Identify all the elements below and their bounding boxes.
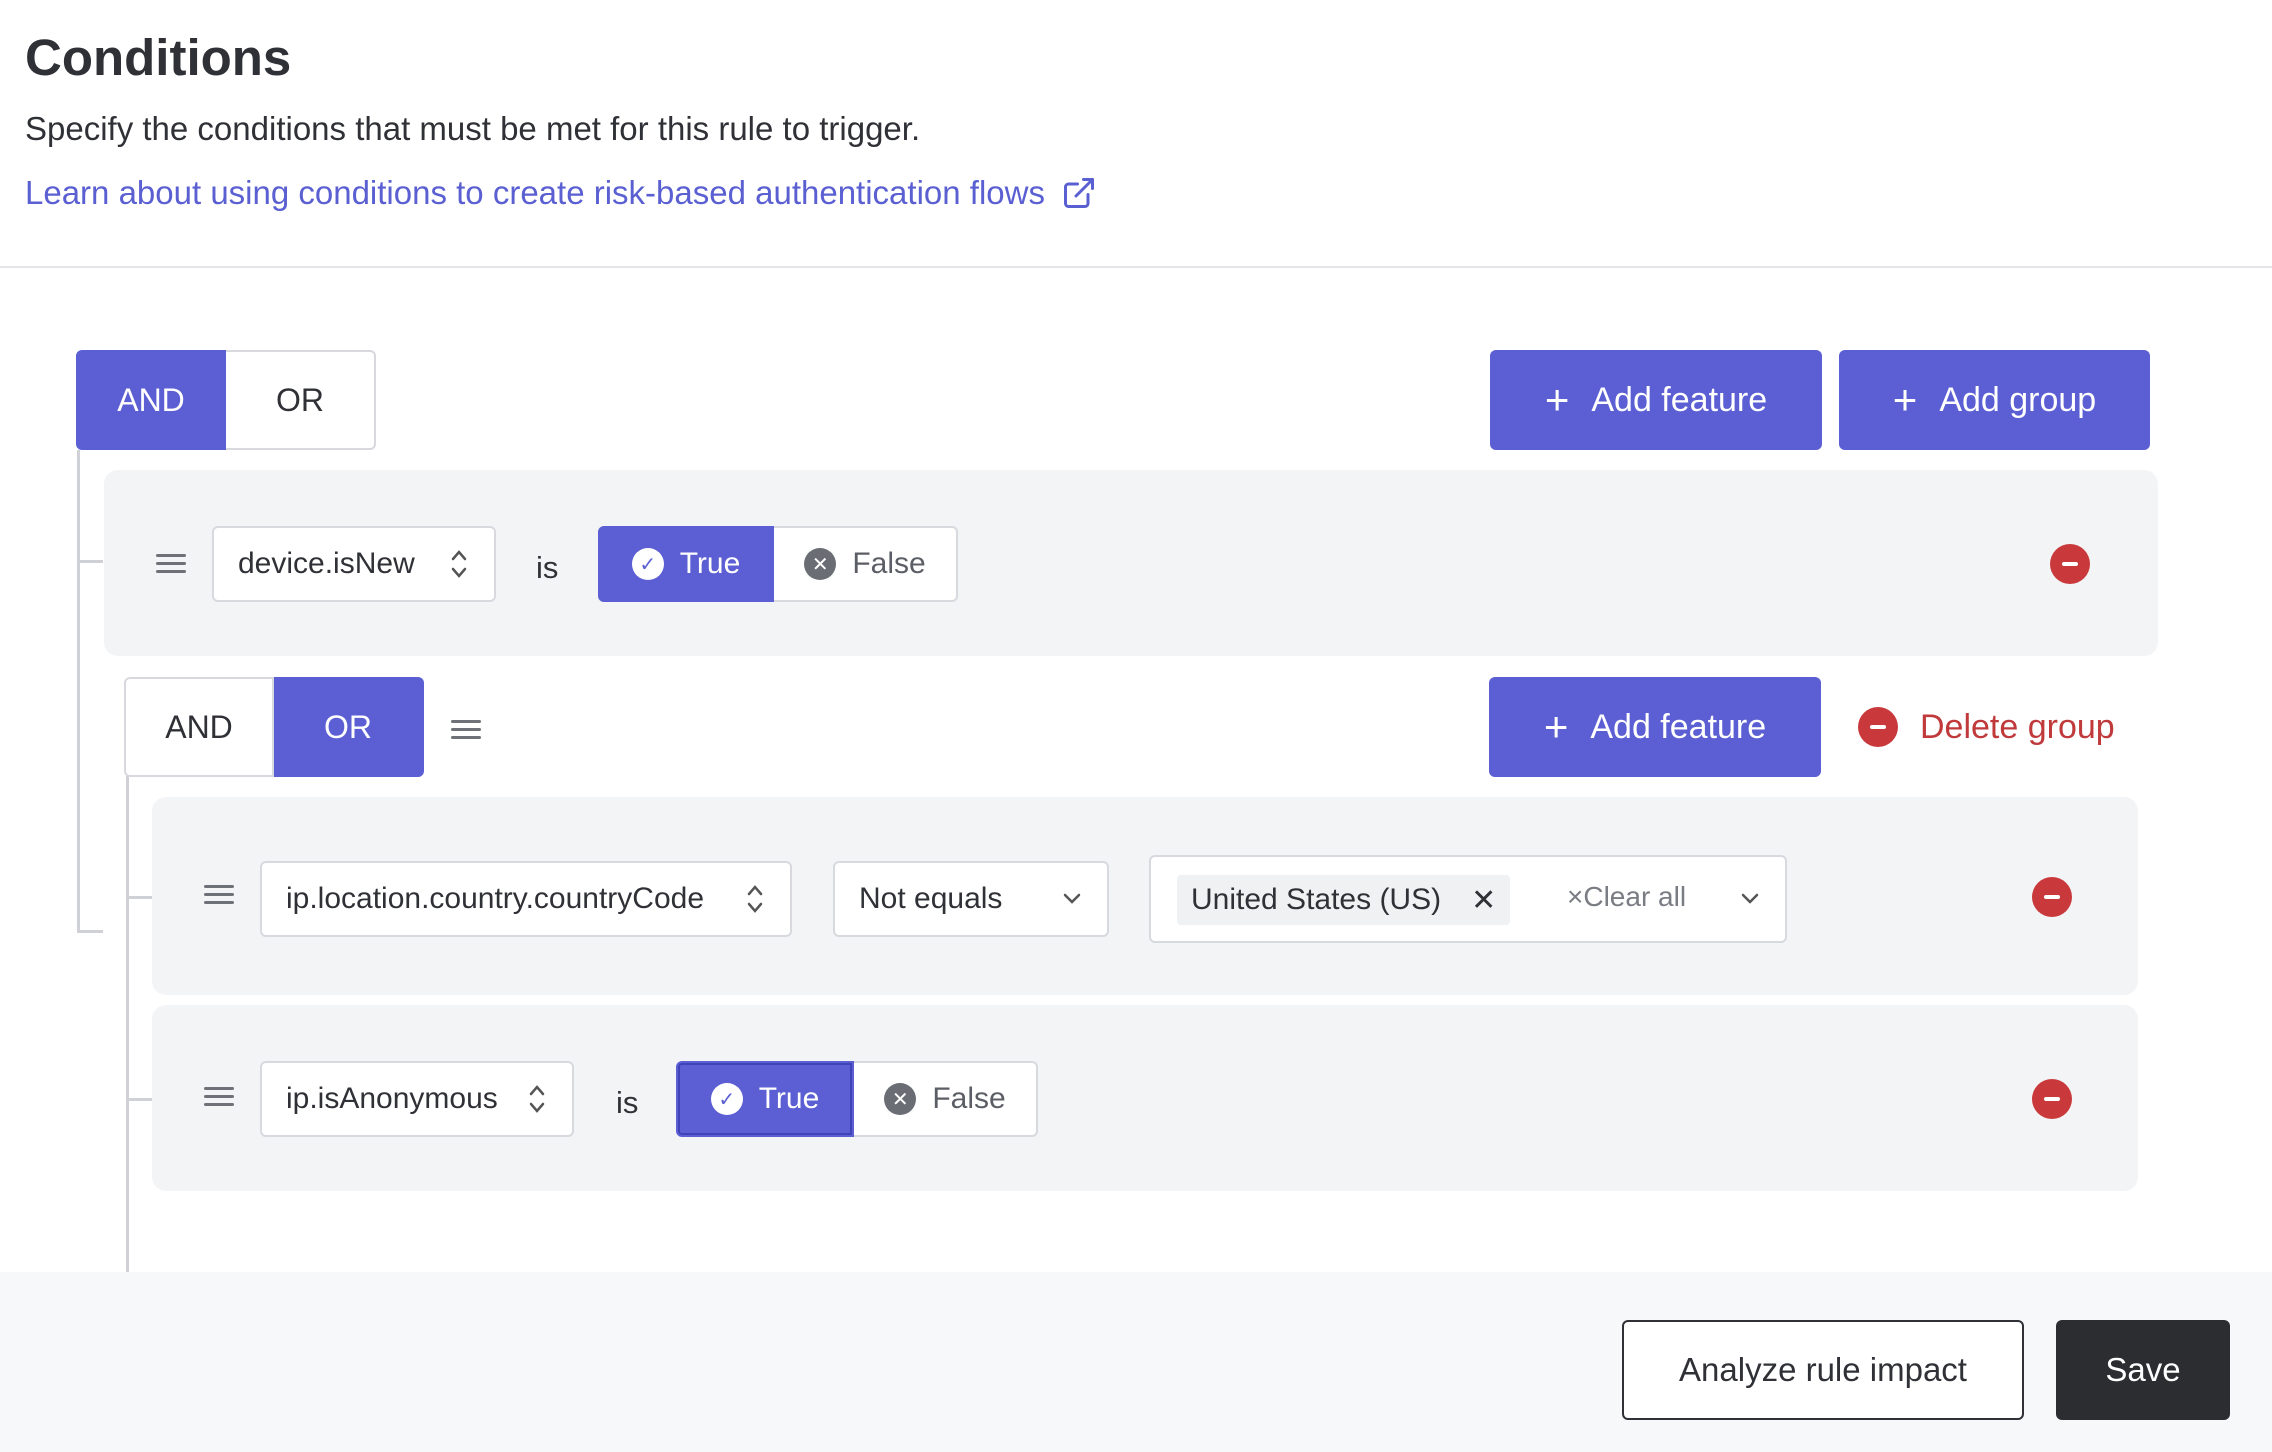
external-link-icon [1063, 178, 1094, 208]
selected-value-chip: United States (US) ✕ [1177, 875, 1511, 925]
feature-select-value: device.isNew [238, 547, 415, 580]
add-feature-label: Add feature [1591, 380, 1768, 419]
check-circle-icon: ✓ [631, 548, 664, 580]
sort-updown-icon [529, 1085, 545, 1113]
conditions-builder: AND OR + Add feature + Add group device.… [0, 270, 2272, 1370]
clear-all-button[interactable]: ×Clear all [1567, 881, 1686, 913]
delete-group-button[interactable]: Delete group [1858, 707, 2115, 747]
true-label: True [679, 547, 741, 580]
clear-all-label: Clear all [1583, 881, 1687, 912]
condition-row: ip.location.country.countryCode Not equa… [152, 797, 2138, 995]
false-option[interactable]: ✕ False [854, 1061, 1038, 1137]
true-option[interactable]: ✓ True [676, 1061, 854, 1137]
x-circle-icon: ✕ [804, 548, 837, 580]
drag-handle-icon[interactable] [156, 554, 186, 574]
add-group-button[interactable]: + Add group [1839, 350, 2150, 450]
add-feature-label: Add feature [1590, 707, 1767, 746]
feature-select[interactable]: ip.isAnonymous [260, 1061, 574, 1137]
analyze-rule-impact-button[interactable]: Analyze rule impact [1622, 1320, 2024, 1420]
plus-icon: + [1543, 703, 1569, 750]
nested-tree-branch [126, 896, 152, 899]
boolean-toggle: ✓ True ✕ False [676, 1061, 1038, 1137]
true-option[interactable]: ✓ True [598, 526, 774, 602]
delete-group-label: Delete group [1920, 707, 2115, 746]
chevron-down-icon [1741, 893, 1759, 904]
condition-row: ip.isAnonymous is ✓ True ✕ False [152, 1005, 2138, 1191]
root-tree-line [77, 450, 80, 932]
remove-condition-icon[interactable] [2032, 877, 2072, 917]
check-circle-icon: ✓ [710, 1083, 743, 1115]
learn-conditions-link[interactable]: Learn about using conditions to create r… [25, 174, 1097, 212]
page-title: Conditions [25, 29, 292, 86]
remove-chip-icon[interactable]: ✕ [1471, 883, 1496, 918]
drag-handle-icon[interactable] [204, 1087, 234, 1107]
save-button[interactable]: Save [2056, 1320, 2230, 1420]
false-option[interactable]: ✕ False [774, 526, 958, 602]
remove-condition-icon[interactable] [2050, 544, 2090, 584]
feature-select[interactable]: device.isNew [212, 526, 496, 602]
remove-condition-icon[interactable] [2032, 1079, 2072, 1119]
conditions-header: Conditions Specify the conditions that m… [0, 0, 2272, 268]
root-tree-branch [77, 560, 103, 563]
nested-or-option[interactable]: OR [274, 677, 424, 777]
root-and-option[interactable]: AND [76, 350, 226, 450]
sort-updown-icon [747, 885, 763, 913]
footer-bar: Analyze rule impact Save [0, 1272, 2272, 1452]
x-circle-icon: ✕ [884, 1083, 917, 1115]
country-multiselect[interactable]: United States (US) ✕ ×Clear all [1149, 855, 1787, 943]
feature-select-value: ip.location.country.countryCode [286, 882, 705, 915]
operator-select[interactable]: Not equals [833, 861, 1109, 937]
condition-row: device.isNew is ✓ True ✕ False [104, 470, 2158, 656]
add-group-label: Add group [1939, 380, 2097, 419]
clear-x-icon: × [1567, 881, 1584, 912]
page-subtitle: Specify the conditions that must be met … [25, 110, 921, 147]
nested-tree-branch [126, 1098, 152, 1101]
false-label: False [852, 547, 926, 580]
plus-icon: + [1892, 376, 1918, 423]
chip-label: United States (US) [1191, 883, 1442, 916]
operator-label: is [616, 1085, 639, 1120]
plus-icon: + [1544, 376, 1570, 423]
root-tree-branch [77, 930, 103, 933]
boolean-toggle: ✓ True ✕ False [598, 526, 958, 602]
sort-updown-icon [451, 550, 467, 578]
feature-select[interactable]: ip.location.country.countryCode [260, 861, 792, 937]
nested-operator-toggle: AND OR [124, 677, 424, 777]
drag-handle-icon[interactable] [204, 885, 234, 905]
chevron-down-icon [1063, 893, 1081, 904]
remove-circle-icon [1858, 707, 1898, 747]
false-label: False [932, 1082, 1006, 1115]
root-add-feature-button[interactable]: + Add feature [1490, 350, 1822, 450]
true-label: True [758, 1082, 820, 1115]
nested-add-feature-button[interactable]: + Add feature [1489, 677, 1821, 777]
group-drag-handle-icon[interactable] [451, 720, 481, 740]
root-operator-toggle: AND OR [76, 350, 376, 450]
nested-and-option[interactable]: AND [124, 677, 274, 777]
learn-link-label: Learn about using conditions to create r… [25, 174, 1045, 211]
root-or-option[interactable]: OR [226, 350, 376, 450]
operator-select-value: Not equals [859, 882, 1003, 915]
feature-select-value: ip.isAnonymous [286, 1082, 498, 1115]
operator-label: is [536, 550, 559, 585]
